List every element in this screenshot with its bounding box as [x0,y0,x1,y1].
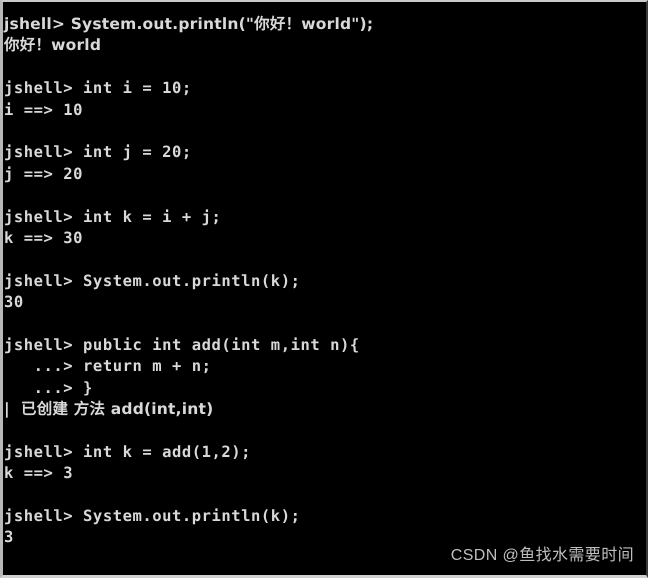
csdn-watermark: CSDN @鱼找水需要时间 [450,547,634,564]
terminal-line-output: 30 [4,293,24,312]
terminal-screen[interactable]: jshell> System.out.println("你好！world"); 你… [3,2,646,575]
terminal-window: jshell> System.out.println("你好！world"); 你… [0,0,648,578]
terminal-line-input: jshell> System.out.println("你好！world"); [4,15,374,33]
terminal-line-output: j ==> 20 [4,164,84,183]
terminal-line-continuation: ...> } [4,378,93,397]
terminal-line-continuation: ...> return m + n; [4,357,212,376]
terminal-line-output: 你好！world [4,36,102,55]
terminal-line-message: | 已创建 方法 add(int,int) [4,400,214,419]
terminal-line-input: jshell> System.out.println(k); [4,506,301,525]
terminal-line-output: k ==> 30 [4,228,84,247]
terminal-line-input: jshell> int j = 20; [4,143,192,162]
terminal-line-input: jshell> int k = add(1,2); [4,442,252,461]
terminal-line-input: jshell> public int add(int m,int n){ [4,335,360,354]
terminal-line-input: jshell> System.out.println(k); [4,271,301,290]
terminal-line-input: jshell> int i = 10; [4,79,192,98]
terminal-line-output: k ==> 3 [4,464,74,483]
terminal-line-input: jshell> int k = i + j; [4,207,222,226]
terminal-line-output: i ==> 10 [4,100,84,119]
